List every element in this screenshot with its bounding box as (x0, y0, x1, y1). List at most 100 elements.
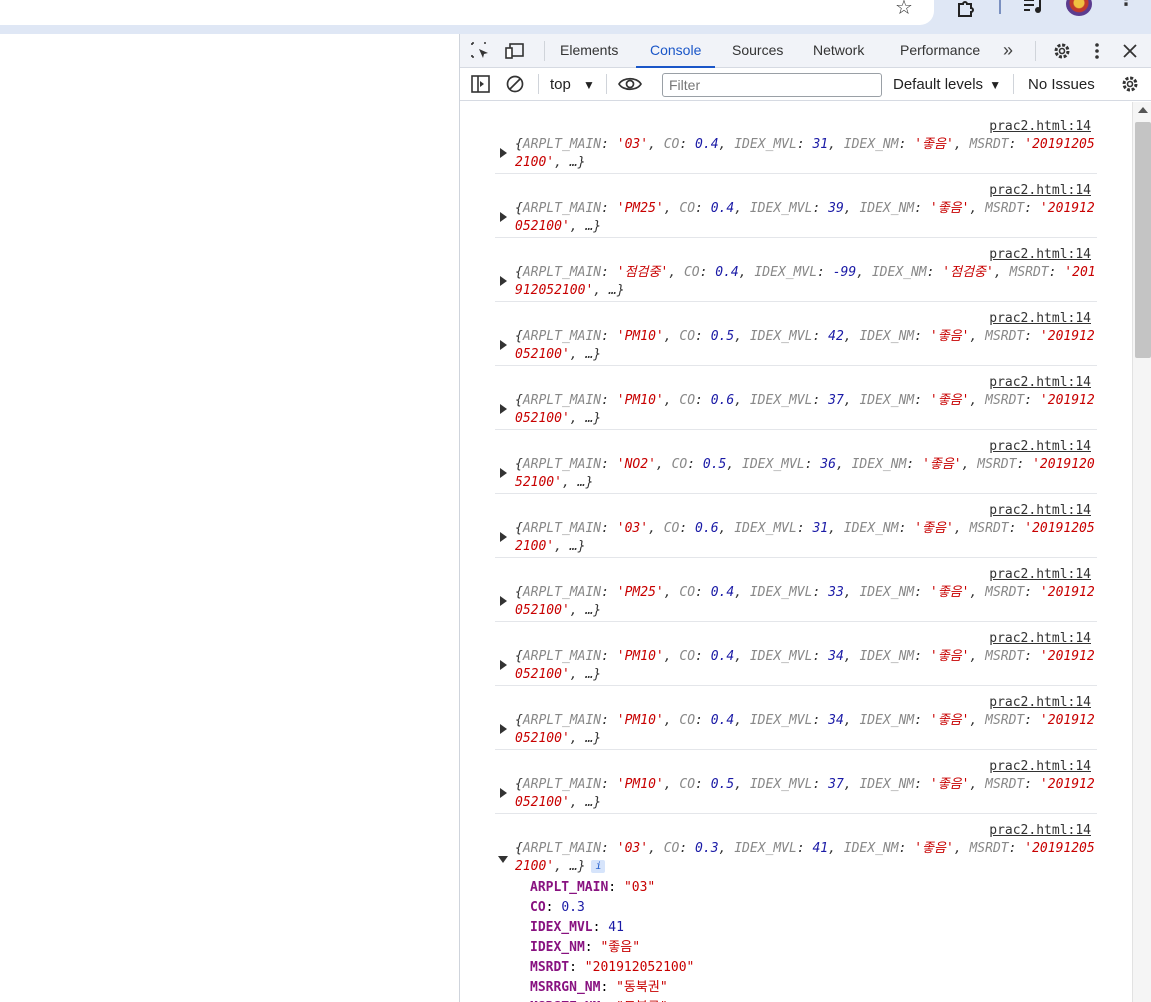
web-page-viewport (0, 34, 459, 1002)
source-link[interactable]: prac2.html:14 (989, 119, 1091, 134)
source-link[interactable]: prac2.html:14 (989, 247, 1091, 262)
tabbar-divider (544, 41, 545, 61)
address-bar[interactable] (0, 0, 934, 25)
settings-gear-icon[interactable] (1051, 41, 1073, 61)
object-preview[interactable]: {ARPLT_MAIN: '03', CO: 0.3, IDEX_MVL: 41… (515, 840, 1100, 876)
object-property[interactable]: MSRSTE_NM: "도봉구" (530, 998, 1097, 1002)
expand-triangle-icon[interactable] (500, 276, 507, 286)
object-preview[interactable]: {ARPLT_MAIN: '03', CO: 0.6, IDEX_MVL: 31… (515, 520, 1100, 556)
object-property[interactable]: MSRDT: "201912052100" (530, 958, 1097, 978)
tab-sources[interactable]: Sources (732, 34, 783, 68)
value-idex-mvl: -99 (832, 265, 857, 280)
object-preview[interactable]: {ARPLT_MAIN: 'PM25', CO: 0.4, IDEX_MVL: … (515, 584, 1100, 620)
object-property[interactable]: CO: 0.3 (530, 898, 1097, 918)
tab-console[interactable]: Console (636, 34, 716, 68)
media-control-icon[interactable] (1022, 0, 1044, 17)
tab-network[interactable]: Network (813, 34, 864, 68)
issues-counter[interactable]: No Issues (1028, 76, 1095, 93)
scroll-thumb[interactable] (1135, 122, 1151, 358)
value-idex-mvl: 41 (812, 841, 829, 856)
object-preview[interactable]: {ARPLT_MAIN: '점검중', CO: 0.4, IDEX_MVL: -… (515, 264, 1100, 300)
expand-triangle-icon[interactable] (500, 788, 507, 798)
browser-toolbar: ☆ ⋮ (0, 0, 1151, 34)
dropdown-arrow-icon: ▼ (583, 78, 595, 92)
value-idex-mvl: 39 (828, 201, 844, 216)
console-message-row: prac2.html:14 {ARPLT_MAIN: 'NO2', CO: 0.5… (495, 430, 1097, 494)
console-toolbar: top ▼ Default levels ▼ No Issues (460, 68, 1151, 101)
property-value: "동북권" (616, 980, 668, 995)
clear-console-icon[interactable] (504, 74, 526, 94)
object-preview[interactable]: {ARPLT_MAIN: 'PM10', CO: 0.5, IDEX_MVL: … (515, 776, 1100, 812)
object-property[interactable]: ARPLT_MAIN: "03" (530, 878, 1097, 898)
object-preview[interactable]: {ARPLT_MAIN: 'PM25', CO: 0.4, IDEX_MVL: … (515, 200, 1100, 236)
source-link[interactable]: prac2.html:14 (989, 375, 1091, 390)
extensions-icon[interactable] (955, 0, 979, 20)
tabbar-divider (1035, 41, 1036, 61)
collapse-triangle-icon[interactable] (498, 856, 508, 863)
source-link[interactable]: prac2.html:14 (989, 567, 1091, 582)
object-property[interactable]: IDEX_NM: "좋음" (530, 938, 1097, 958)
console-message-row: prac2.html:14 {ARPLT_MAIN: 'PM10', CO: 0.… (495, 686, 1097, 750)
source-link[interactable]: prac2.html:14 (989, 631, 1091, 646)
console-message-expanded: prac2.html:14 {ARPLT_MAIN: '03', CO: 0.3,… (495, 814, 1097, 1002)
value-idex-nm: '좋음' (922, 457, 962, 472)
expand-triangle-icon[interactable] (500, 404, 507, 414)
customize-menu-icon[interactable] (1086, 41, 1108, 61)
console-message-row: prac2.html:14 {ARPLT_MAIN: '점검중', CO: 0.4… (495, 238, 1097, 302)
source-link[interactable]: prac2.html:14 (989, 311, 1091, 326)
property-key: ARPLT_MAIN (530, 880, 609, 895)
object-property[interactable]: IDEX_MVL: 41 (530, 918, 1097, 938)
object-preview[interactable]: {ARPLT_MAIN: 'PM10', CO: 0.6, IDEX_MVL: … (515, 392, 1100, 428)
expand-triangle-icon[interactable] (500, 532, 507, 542)
property-key: IDEX_MVL (530, 920, 593, 935)
device-toolbar-icon[interactable] (504, 41, 526, 61)
source-link[interactable]: prac2.html:14 (989, 439, 1091, 454)
object-preview[interactable]: {ARPLT_MAIN: '03', CO: 0.4, IDEX_MVL: 31… (515, 136, 1100, 172)
value-idex-mvl: 37 (828, 393, 844, 408)
object-preview[interactable]: {ARPLT_MAIN: 'PM10', CO: 0.4, IDEX_MVL: … (515, 712, 1100, 748)
value-arplt-main: 'NO2' (616, 457, 656, 472)
tab-elements[interactable]: Elements (560, 34, 618, 68)
object-preview[interactable]: {ARPLT_MAIN: 'PM10', CO: 0.4, IDEX_MVL: … (515, 648, 1100, 684)
expand-triangle-icon[interactable] (500, 724, 507, 734)
source-link[interactable]: prac2.html:14 (989, 759, 1091, 774)
info-icon[interactable]: i (591, 860, 606, 873)
console-messages: prac2.html:14 {ARPLT_MAIN: '03', CO: 0.4,… (460, 102, 1132, 1002)
profile-avatar[interactable] (1066, 0, 1092, 16)
value-co: 0.4 (710, 585, 735, 600)
context-selector[interactable]: top ▼ (550, 76, 595, 93)
source-link[interactable]: prac2.html:14 (989, 503, 1091, 518)
value-co: 0.4 (710, 201, 735, 216)
expand-triangle-icon[interactable] (500, 596, 507, 606)
devtools-panel: Elements Console Sources Network Perform… (459, 34, 1151, 1002)
value-co: 0.4 (695, 137, 719, 152)
source-link[interactable]: prac2.html:14 (989, 695, 1091, 710)
expand-triangle-icon[interactable] (500, 468, 507, 478)
console-scrollbar[interactable] (1132, 102, 1151, 1002)
object-preview[interactable]: {ARPLT_MAIN: 'PM10', CO: 0.5, IDEX_MVL: … (515, 328, 1100, 364)
source-link[interactable]: prac2.html:14 (989, 823, 1091, 838)
value-idex-nm: '좋음' (929, 713, 970, 728)
close-devtools-icon[interactable] (1119, 41, 1141, 61)
live-expression-eye-icon[interactable] (617, 74, 643, 94)
console-filter-input[interactable] (662, 73, 882, 97)
value-idex-mvl: 36 (820, 457, 836, 472)
scroll-up-arrow-icon[interactable] (1138, 107, 1148, 113)
bookmark-star-icon[interactable]: ☆ (892, 0, 916, 20)
expand-triangle-icon[interactable] (500, 340, 507, 350)
console-settings-gear-icon[interactable] (1119, 74, 1141, 94)
expand-triangle-icon[interactable] (500, 148, 507, 158)
expand-triangle-icon[interactable] (500, 212, 507, 222)
tab-performance[interactable]: Performance (900, 34, 980, 68)
object-property[interactable]: MSRRGN_NM: "동북권" (530, 978, 1097, 998)
value-arplt-main: '03' (616, 841, 649, 856)
inspect-element-icon[interactable] (470, 41, 492, 61)
object-preview[interactable]: {ARPLT_MAIN: 'NO2', CO: 0.5, IDEX_MVL: 3… (515, 456, 1100, 492)
sidebar-toggle-icon[interactable] (470, 74, 492, 94)
expand-triangle-icon[interactable] (500, 660, 507, 670)
source-link[interactable]: prac2.html:14 (989, 183, 1091, 198)
console-message-row: prac2.html:14 {ARPLT_MAIN: 'PM10', CO: 0.… (495, 302, 1097, 366)
more-tabs-icon[interactable]: » (1003, 34, 1013, 68)
log-levels-dropdown[interactable]: Default levels ▼ (893, 76, 1001, 93)
browser-menu-icon[interactable]: ⋮ (1117, 0, 1135, 18)
